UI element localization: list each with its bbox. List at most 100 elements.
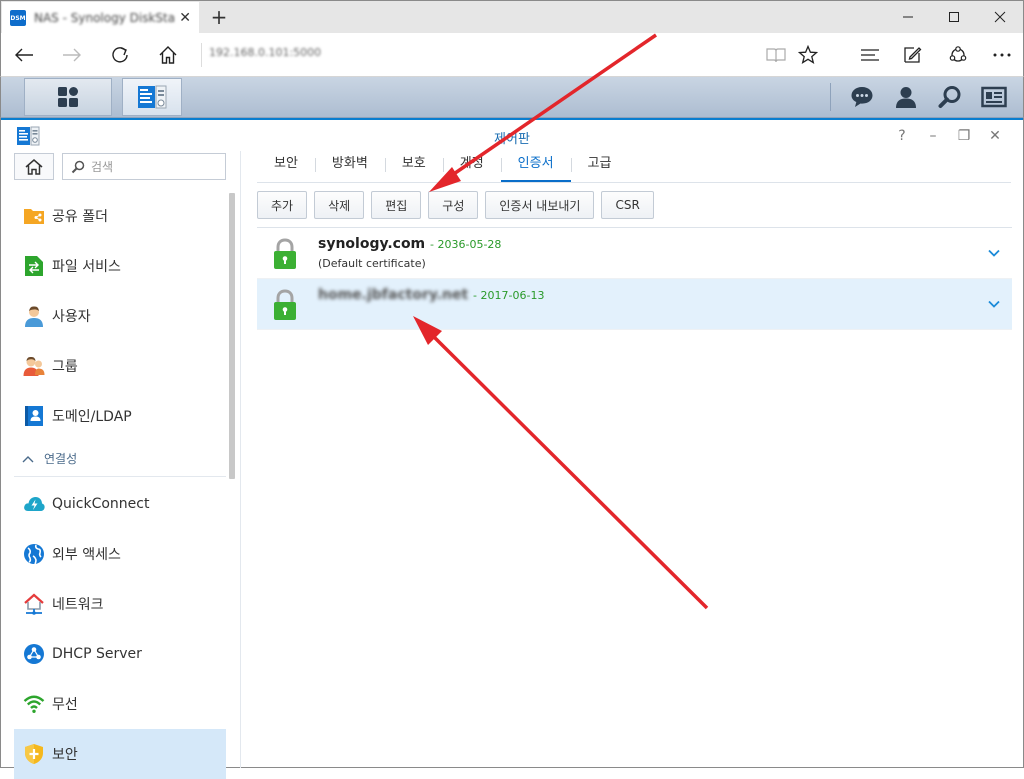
tab-protection[interactable]: 보호 (384, 151, 443, 182)
refresh-icon (112, 47, 128, 63)
sidebar-item-dhcp-server[interactable]: DHCP Server (14, 629, 226, 679)
window-restore-button[interactable]: ❐ (955, 127, 973, 145)
chevron-down-icon[interactable] (986, 296, 1002, 312)
sidebar-item-label: 외부 액세스 (52, 547, 121, 563)
sidebar-item-label: 사용자 (52, 309, 91, 325)
star-icon (798, 45, 818, 65)
search-button[interactable] (928, 77, 972, 117)
sidebar-item-shared-folder[interactable]: 공유 폴더 (14, 191, 226, 241)
home-icon (159, 46, 177, 64)
sidebar-search-input[interactable] (91, 159, 211, 174)
sidebar-item-label: 무선 (52, 697, 78, 713)
widgets-button[interactable] (972, 77, 1016, 117)
sidebar-item-label: QuickConnect (52, 496, 150, 512)
sidebar-item-label: 파일 서비스 (52, 259, 121, 275)
certificate-toolbar: 추가 삭제 편집 구성 인증서 내보내기 CSR (257, 191, 654, 219)
tab-certificate[interactable]: 인증서 (500, 151, 571, 182)
share-icon (949, 46, 967, 62)
sidebar-home-button[interactable] (14, 153, 54, 180)
browser-address-bar: 192.168.0.101:5000 (0, 33, 1024, 77)
add-button[interactable]: 추가 (257, 191, 308, 219)
sidebar-item-group[interactable]: 그룹 (14, 341, 226, 391)
control-panel-taskbar-button[interactable] (122, 78, 182, 116)
sidebar-item-security[interactable]: 보안 (14, 729, 226, 779)
search-icon (71, 160, 85, 173)
certificate-expiry-date: - 2036-05-28 (430, 238, 502, 251)
tab-security[interactable]: 보안 (257, 151, 315, 182)
configure-button[interactable]: 구성 (428, 191, 479, 219)
domain-ldap-icon (22, 404, 46, 428)
delete-button[interactable]: 삭제 (314, 191, 365, 219)
certificate-row[interactable]: home.jbfactory.net - 2017-06-13 (257, 279, 1012, 330)
chevron-up-icon (22, 452, 34, 466)
sidebar-item-domain-ldap[interactable]: 도메인/LDAP (14, 391, 226, 441)
user-icon (22, 304, 46, 328)
network-icon (22, 592, 46, 616)
maximize-icon (949, 12, 959, 22)
close-window-button[interactable] (977, 1, 1023, 33)
sidebar-item-file-services[interactable]: 파일 서비스 (14, 241, 226, 291)
hub-icon (861, 49, 879, 61)
sidebar-item-external-access[interactable]: 외부 액세스 (14, 529, 226, 579)
new-tab-button[interactable]: + (207, 5, 231, 29)
certificate-expiry-date: - 2017-06-13 (473, 289, 545, 302)
certificate-row[interactable]: synology.com - 2036-05-28 (Default certi… (257, 228, 1012, 279)
back-button[interactable] (9, 41, 39, 69)
sidebar-item-label: 공유 폴더 (52, 209, 108, 225)
tab-advanced[interactable]: 고급 (570, 151, 629, 182)
dhcp-server-icon (22, 642, 46, 666)
sidebar-item-label: DHCP Server (52, 646, 142, 662)
main-menu-button[interactable] (24, 78, 112, 116)
sidebar-search-box[interactable] (62, 153, 226, 180)
window-minimize-button[interactable]: – (924, 127, 942, 145)
sidebar-list: 공유 폴더 파일 서비스 사용자 그룹 도메인/LDAP 연결성 QuickCo… (14, 191, 226, 779)
forward-arrow-icon (63, 48, 81, 62)
group-icon (22, 354, 46, 378)
user-silhouette-icon (896, 87, 916, 108)
sidebar-item-wireless[interactable]: 무선 (14, 679, 226, 729)
tab-firewall[interactable]: 방화벽 (314, 151, 385, 182)
chat-bubble-icon (851, 87, 873, 107)
more-button[interactable] (987, 41, 1017, 69)
window-header: 제어판 ? – ❐ ✕ (1, 118, 1023, 151)
user-options-button[interactable] (884, 77, 928, 117)
hub-button[interactable] (855, 41, 885, 69)
widget-card-icon (981, 86, 1007, 108)
csr-button[interactable]: CSR (601, 191, 654, 219)
share-button[interactable] (943, 41, 973, 69)
web-note-icon (904, 47, 922, 63)
browser-tab[interactable]: DSM NAS - Synology DiskStation ✕ (2, 2, 199, 34)
edit-button[interactable]: 편집 (371, 191, 422, 219)
security-tabs: 보안 방화벽 보호 계정 인증서 고급 (257, 151, 1011, 183)
reading-view-button[interactable] (761, 41, 791, 69)
external-access-icon (22, 542, 46, 566)
web-note-button[interactable] (897, 41, 927, 69)
back-arrow-icon (15, 48, 33, 62)
chevron-down-icon[interactable] (986, 245, 1002, 261)
export-certificate-button[interactable]: 인증서 내보내기 (485, 191, 595, 219)
minimize-window-button[interactable] (885, 1, 931, 33)
taskbar-separator (830, 83, 831, 111)
lock-icon (272, 238, 298, 274)
sidebar-item-quickconnect[interactable]: QuickConnect (14, 479, 226, 529)
home-button[interactable] (153, 41, 183, 69)
sidebar-section-connectivity[interactable]: 연결성 (14, 441, 226, 477)
browser-tab-title: NAS - Synology DiskStation (34, 11, 174, 25)
refresh-button[interactable] (105, 41, 135, 69)
favorite-button[interactable] (793, 41, 823, 69)
notifications-button[interactable] (840, 77, 884, 117)
forward-button[interactable] (57, 41, 87, 69)
sidebar-item-label: 보안 (52, 747, 78, 763)
sidebar-item-user[interactable]: 사용자 (14, 291, 226, 341)
tab-close-icon[interactable]: ✕ (179, 10, 191, 26)
window-close-button[interactable]: ✕ (986, 127, 1004, 145)
sidebar-item-network[interactable]: 네트워크 (14, 579, 226, 629)
help-button[interactable]: ? (893, 127, 911, 145)
sidebar-item-label: 네트워크 (52, 597, 104, 613)
sidebar-scrollbar[interactable] (229, 193, 235, 479)
certificate-description: (Default certificate) (318, 257, 426, 270)
tab-account[interactable]: 계정 (442, 151, 501, 182)
url-field[interactable]: 192.168.0.101:5000 (209, 46, 321, 59)
address-separator (201, 43, 202, 67)
maximize-window-button[interactable] (931, 1, 977, 33)
